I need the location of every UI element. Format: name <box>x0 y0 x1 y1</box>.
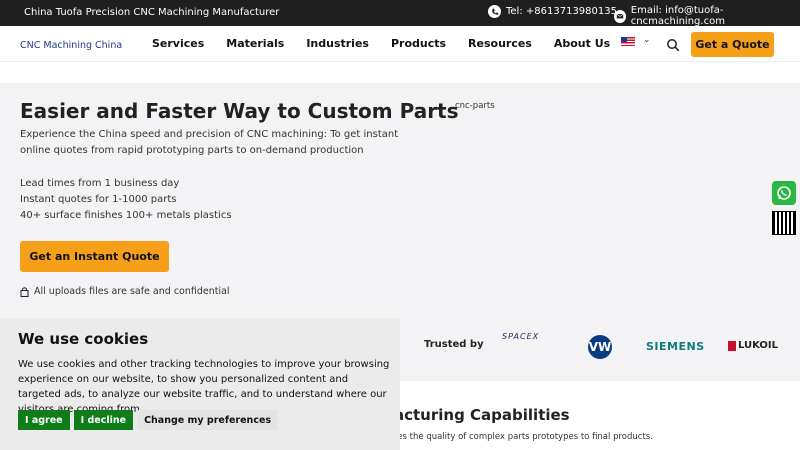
cookie-banner: We use cookies We use cookies and other … <box>0 318 400 450</box>
nav-services[interactable]: Services <box>152 37 204 50</box>
trusted-by-label: Trusted by <box>424 339 484 350</box>
safe-note-text: All uploads files are safe and confident… <box>34 286 230 297</box>
siemens-logo: SIEMENS <box>646 340 705 353</box>
feature-instant-quotes: Instant quotes for 1-1000 parts <box>20 194 177 205</box>
capabilities-subtitle: res the quality of complex parts prototy… <box>394 432 653 442</box>
top-bar: China Tuofa Precision CNC Machining Manu… <box>0 0 800 27</box>
qr-code-icon[interactable] <box>772 211 796 235</box>
feature-lead-time: Lead times from 1 business day <box>20 178 180 189</box>
cookie-text: We use cookies and other tracking techno… <box>18 359 390 415</box>
lukoil-logo: LUKOIL <box>728 340 778 351</box>
lock-icon <box>20 287 29 297</box>
capabilities-title: acturing Capabilities <box>394 406 570 424</box>
company-name: China Tuofa Precision CNC Machining Manu… <box>24 7 280 18</box>
mail-icon <box>614 9 626 23</box>
phone-contact[interactable]: Tel: +8613713980135 <box>488 5 617 18</box>
cookie-actions: I agree I decline Change my preferences <box>18 410 279 430</box>
email-text: Email: info@tuofa-cncmachining.com <box>630 5 725 27</box>
nav-industries[interactable]: Industries <box>306 37 369 50</box>
hero-image-alt: cnc-parts <box>455 101 495 111</box>
nav-materials[interactable]: Materials <box>226 37 284 50</box>
hero-intro: Experience the China speed and precision… <box>20 129 399 156</box>
email-contact[interactable]: Email: info@tuofa-cncmachining.com <box>614 5 800 27</box>
instant-quote-button[interactable]: Get an Instant Quote <box>20 241 169 272</box>
safe-note: All uploads files are safe and confident… <box>20 286 230 297</box>
cookie-decline-button[interactable]: I decline <box>73 410 134 430</box>
cookie-preferences-button[interactable]: Change my preferences <box>137 410 279 430</box>
cookie-title: We use cookies <box>18 330 149 348</box>
nav-about-us[interactable]: About Us <box>554 37 610 50</box>
site-logo[interactable]: CNC Machining China <box>20 40 122 51</box>
nav-resources[interactable]: Resources <box>468 37 532 50</box>
site-header: CNC Machining China Services Materials I… <box>0 26 800 62</box>
cookie-agree-button[interactable]: I agree <box>18 410 70 430</box>
main-nav: Services Materials Industries Products R… <box>152 37 632 50</box>
us-flag-icon[interactable] <box>621 37 635 46</box>
feature-surface-finishes: 40+ surface finishes 100+ metals plastic… <box>20 210 232 221</box>
phone-text: Tel: +8613713980135 <box>506 6 617 17</box>
nav-products[interactable]: Products <box>391 37 446 50</box>
search-icon[interactable] <box>666 38 680 52</box>
chevron-down-icon[interactable]: ⌄ <box>643 35 651 45</box>
phone-icon <box>488 5 501 18</box>
vw-logo: VW <box>588 335 612 359</box>
get-a-quote-button[interactable]: Get a Quote <box>691 32 774 57</box>
hero-title: Easier and Faster Way to Custom Parts <box>20 99 459 123</box>
whatsapp-icon[interactable] <box>772 181 796 205</box>
spacex-logo: SPACEX <box>502 332 540 341</box>
